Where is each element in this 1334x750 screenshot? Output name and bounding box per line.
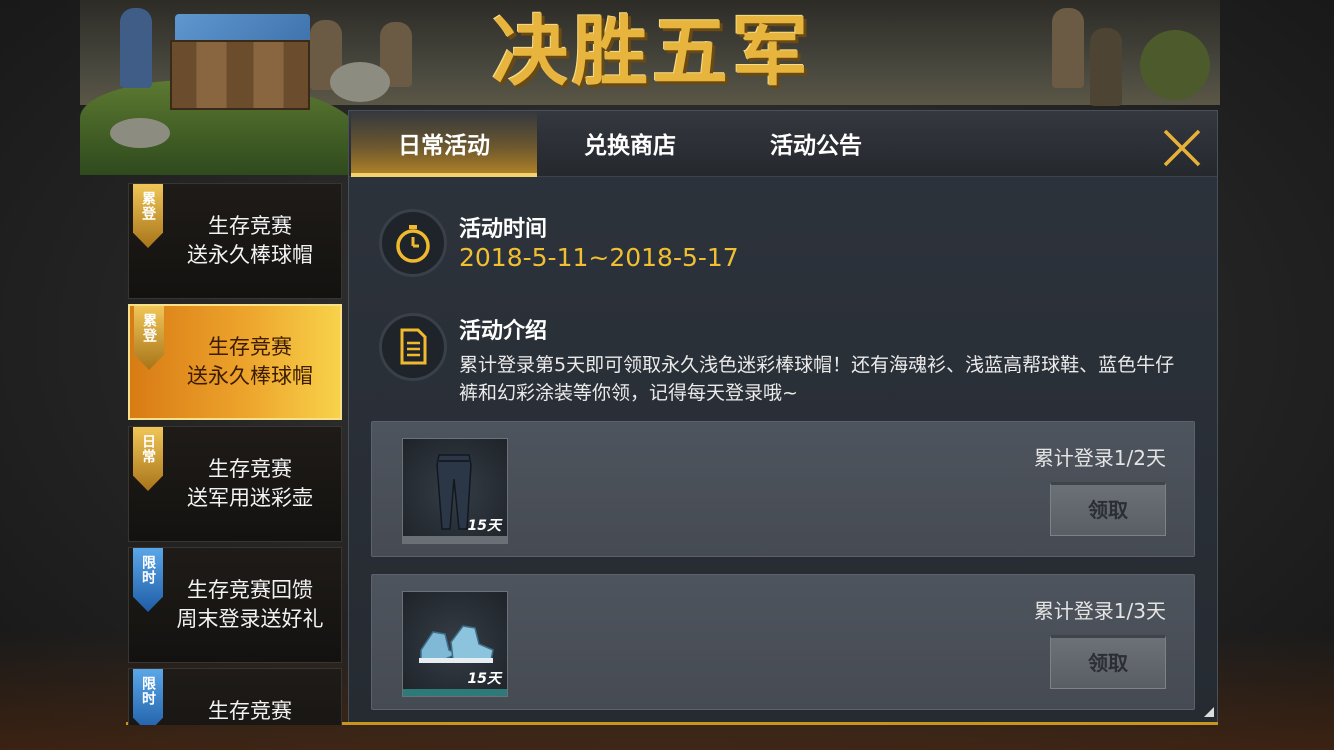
sidebar-item-line1: 生存竞赛	[208, 457, 292, 481]
activity-intro-label: 活动介绍	[459, 319, 548, 344]
badge-ribbon: 限时	[133, 548, 163, 612]
sidebar-item-line1: 生存竞赛	[208, 214, 292, 238]
activity-time-label: 活动时间	[459, 217, 548, 242]
claim-button[interactable]: 领取	[1050, 482, 1166, 536]
rock-art	[330, 62, 390, 102]
corner-resize-icon	[1204, 707, 1214, 717]
claim-button[interactable]: 领取	[1050, 635, 1166, 689]
reward-card: 15天 累计登录1/3天 领取	[371, 574, 1195, 710]
badge-ribbon: 日常	[133, 427, 163, 491]
sidebar-item-label: 生存竞赛	[163, 669, 337, 725]
close-icon[interactable]	[1159, 125, 1205, 171]
stopwatch-icon	[379, 209, 447, 277]
sidebar-item-daily-canteen[interactable]: 日常 生存竞赛 送军用迷彩壶	[128, 426, 342, 542]
document-icon	[379, 313, 447, 381]
activity-time-value: 2018-5-11~2018-5-17	[459, 243, 739, 272]
tree-art	[1140, 30, 1210, 100]
activity-sidebar: 累登 生存竞赛 送永久棒球帽 累登 生存竞赛 送永久棒球帽 日常 生存竞赛 送军…	[126, 180, 344, 725]
reward-thumbnail: 15天	[402, 591, 508, 697]
soldier-figure-art	[1052, 8, 1084, 88]
tab-exchange-shop[interactable]: 兑换商店	[537, 111, 723, 177]
thumbnail-quality-bar	[403, 689, 507, 696]
thumbnail-quality-bar	[403, 536, 507, 543]
sidebar-item-label: 生存竞赛 送永久棒球帽	[163, 184, 337, 298]
badge-ribbon: 累登	[133, 184, 163, 248]
rock-art	[110, 118, 170, 148]
soldier-figure-art	[1090, 28, 1122, 106]
reward-duration: 15天	[467, 671, 501, 687]
sidebar-item-label: 生存竞赛回馈 周末登录送好礼	[163, 548, 337, 662]
sidebar-item-label: 生存竞赛 送军用迷彩壶	[163, 427, 337, 541]
sidebar-item-line2: 送永久棒球帽	[187, 243, 313, 267]
sidebar-item-line1: 生存竞赛	[208, 699, 292, 723]
tab-bar: 日常活动 兑换商店 活动公告	[349, 111, 1217, 177]
sidebar-item-limited[interactable]: 限时 生存竞赛	[128, 668, 342, 725]
sidebar-item-line2: 周末登录送好礼	[176, 607, 324, 631]
sidebar-item-line1: 生存竞赛回馈	[187, 578, 313, 602]
tab-daily-activities[interactable]: 日常活动	[351, 111, 537, 177]
soldier-figure-art	[120, 8, 152, 88]
activity-intro-text: 累计登录第5天即可领取永久浅色迷彩棒球帽！还有海魂衫、浅蓝高帮球鞋、蓝色牛仔裤和…	[459, 354, 1175, 404]
badge-ribbon: 限时	[133, 669, 163, 725]
sidebar-item-line1: 生存竞赛	[208, 335, 292, 359]
reward-thumbnail: 15天	[402, 438, 508, 544]
activity-panel: 日常活动 兑换商店 活动公告 活动时间 2018-5-11~2018-5-17	[348, 110, 1218, 725]
airdrop-crate-art	[170, 40, 310, 110]
reward-progress: 累计登录1/3天	[1033, 599, 1166, 623]
sidebar-item-login-baseball-cap[interactable]: 累登 生存竞赛 送永久棒球帽	[128, 183, 342, 299]
reward-card: 15天 累计登录1/2天 领取	[371, 421, 1195, 557]
sidebar-item-line2: 送军用迷彩壶	[187, 486, 313, 510]
sidebar-item-login-baseball-cap-active[interactable]: 累登 生存竞赛 送永久棒球帽	[128, 304, 342, 420]
sidebar-item-label: 生存竞赛 送永久棒球帽	[164, 306, 336, 418]
badge-ribbon: 累登	[134, 306, 164, 370]
sidebar-item-weekend-gift[interactable]: 限时 生存竞赛回馈 周末登录送好礼	[128, 547, 342, 663]
tab-announcements[interactable]: 活动公告	[723, 111, 909, 177]
banner-title: 决胜五军	[492, 7, 812, 96]
reward-progress: 累计登录1/2天	[1033, 446, 1166, 470]
reward-duration: 15天	[467, 518, 501, 534]
sidebar-item-line2: 送永久棒球帽	[187, 364, 313, 388]
